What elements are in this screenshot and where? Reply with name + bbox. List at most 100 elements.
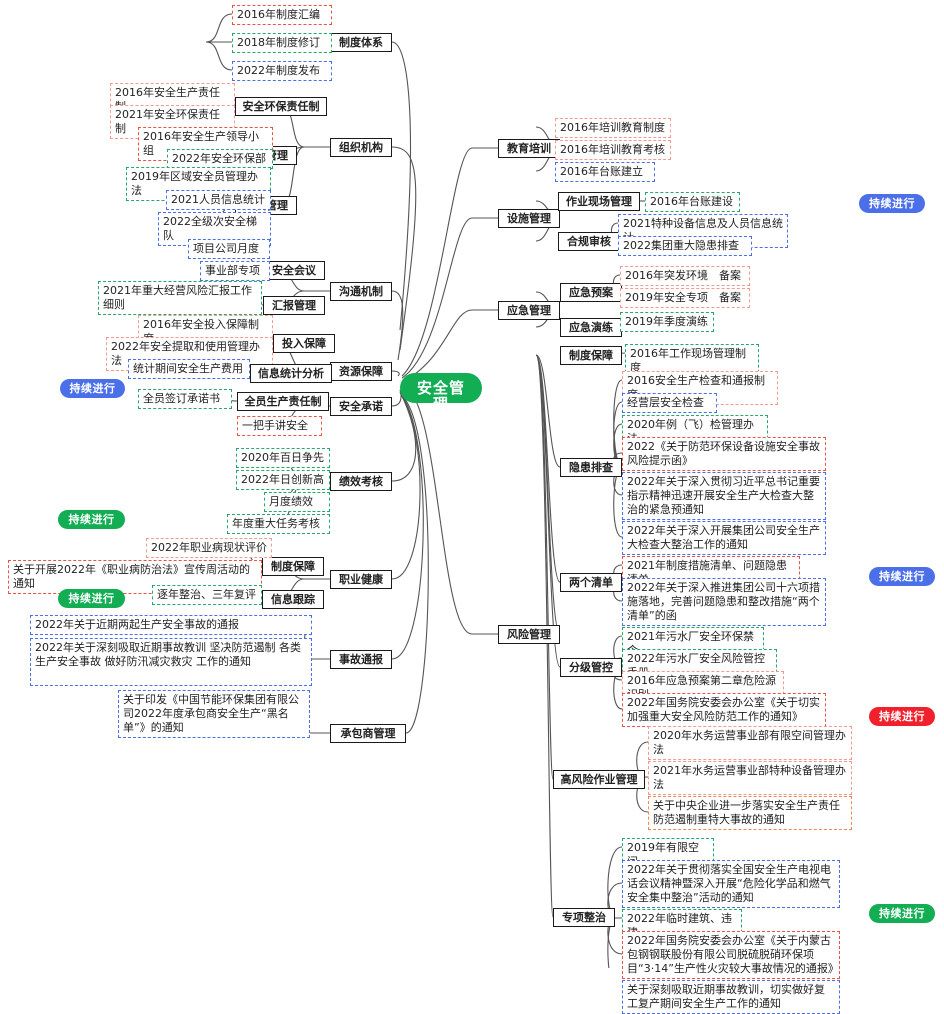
connector-line bbox=[391, 146, 417, 351]
mindmap-node-zuoyexianchang[interactable]: 作业现场管理 bbox=[558, 192, 640, 211]
mindmap-node-l2[interactable]: 2018年制度修订 bbox=[232, 33, 332, 53]
connector-line bbox=[401, 309, 473, 383]
connector-line bbox=[391, 290, 404, 361]
mindmap-node-r24[interactable]: 2021年水务运营事业部特种设备管理办法 bbox=[648, 761, 852, 795]
mindmap-node-yingjiyanlian[interactable]: 应急演练 bbox=[560, 318, 622, 337]
mindmap-node-r18[interactable]: 2022年关于深入推进集团公司十六项措施落地，完善问题隐患和整改措施“两个清单”… bbox=[622, 578, 826, 626]
mindmap-node-r25[interactable]: 关于中央企业进一步落实安全生产责任防范遏制重特大事故的通知 bbox=[648, 796, 852, 830]
mindmap-node-l11[interactable]: 项目公司月度 bbox=[188, 239, 270, 259]
mindmap-node-r3[interactable]: 2016年台账建立 bbox=[555, 162, 655, 182]
mindmap-node-l19[interactable]: 2020年百日争先 bbox=[236, 448, 330, 468]
mindmap-node-xinxitongji[interactable]: 信息统计分析 bbox=[250, 364, 332, 383]
mindmap-node-fengxianguanli[interactable]: 风险管理 bbox=[498, 625, 560, 644]
mindmap-node-r22[interactable]: 2022年国务院安委会办公室《关于切实加强重大安全风险防范工作的通知》 bbox=[622, 693, 826, 727]
mindmap-node-zuzhijigou[interactable]: 组织机构 bbox=[330, 138, 392, 157]
status-badge: 持续进行 bbox=[869, 707, 935, 726]
mindmap-node-r14[interactable]: 2022《关于防范环保设备设施安全事故风险提示函》 bbox=[622, 437, 826, 471]
connector-line bbox=[613, 466, 623, 538]
mindmap-node-r8[interactable]: 2019年安全专项 备案 bbox=[620, 288, 750, 308]
mindmap-node-l21[interactable]: 月度绩效 bbox=[264, 492, 330, 512]
mindmap-node-l25[interactable]: 逐年整治、三年复评 bbox=[152, 585, 262, 605]
root-node[interactable]: 安全管理 bbox=[400, 373, 482, 412]
mindmap-node-r7[interactable]: 2016年突发环境 备案 bbox=[620, 266, 750, 286]
mindmap-node-r23[interactable]: 2020年水务运营事业部有限空间管理办法 bbox=[648, 726, 852, 760]
mindmap-node-liangqingdan[interactable]: 两个清单 bbox=[560, 573, 622, 592]
mindmap-node-l23[interactable]: 2022年职业病现状评价 bbox=[146, 538, 272, 558]
mindmap-node-l3[interactable]: 2022年制度发布 bbox=[232, 61, 332, 81]
mindmap-node-ziyuanbaozhang[interactable]: 资源保障 bbox=[330, 362, 392, 381]
mindmap-node-r16[interactable]: 2022年关于深入开展集团公司安全生产大检查大整治工作的通知 bbox=[622, 521, 826, 555]
connector-line bbox=[391, 395, 424, 660]
mindmap-node-zhidutixi[interactable]: 制度体系 bbox=[330, 33, 392, 52]
mindmap-node-l9[interactable]: 2021人员信息统计 bbox=[166, 190, 271, 210]
mindmap-node-goutongjizhi[interactable]: 沟通机制 bbox=[330, 282, 392, 301]
mindmap-node-jixiaokaohe[interactable]: 绩效考核 bbox=[330, 472, 392, 491]
mindmap-node-anquanchengnuo[interactable]: 安全承诺 bbox=[330, 397, 392, 416]
mindmap-node-l17[interactable]: 全员签订承诺书 bbox=[138, 389, 232, 409]
mindmap-node-zhidubaozhang2[interactable]: 制度保障 bbox=[262, 557, 324, 576]
connector-line bbox=[535, 354, 561, 635]
connector-line bbox=[401, 217, 473, 379]
connector-line bbox=[391, 391, 417, 482]
connector-line bbox=[205, 13, 233, 43]
connector-line bbox=[613, 379, 623, 468]
status-badge: 持续进行 bbox=[58, 589, 125, 608]
mindmap-node-l13[interactable]: 2021年重大经营风险汇报工作细则 bbox=[98, 281, 262, 315]
mindmap-node-r29[interactable]: 2022年国务院安委会办公室《关于内蒙古包钢钢联股份有限公司脱硫脱硝环保项目“3… bbox=[622, 931, 840, 979]
status-badge: 持续进行 bbox=[869, 567, 935, 586]
mindmap-node-r9[interactable]: 2019年季度演练 bbox=[620, 312, 714, 332]
mindmap-node-quanyuan[interactable]: 全员生产责任制 bbox=[237, 392, 329, 411]
status-badge: 持续进行 bbox=[869, 904, 935, 923]
mindmap-node-touru[interactable]: 投入保障 bbox=[273, 334, 335, 353]
connector-line bbox=[403, 397, 429, 734]
mindmap-node-r15[interactable]: 2022年关于深入贯彻习近平总书记重要指示精神迅速开展安全生产大检查大整治的紧急… bbox=[622, 472, 826, 520]
mindmap-node-l18[interactable]: 一把手讲安全 bbox=[237, 416, 322, 436]
mindmap-node-r12[interactable]: 经营层安全检查 bbox=[622, 393, 717, 413]
mindmap-node-l1[interactable]: 2016年制度汇编 bbox=[232, 5, 332, 25]
mindmap-node-l22[interactable]: 年度重大任务考核 bbox=[227, 514, 330, 534]
mindmap-node-sheshiguanli[interactable]: 设施管理 bbox=[498, 209, 560, 228]
mindmap-node-gaofengxian[interactable]: 高风险作业管理 bbox=[553, 770, 645, 789]
connector-line bbox=[535, 354, 561, 583]
connector-line bbox=[607, 846, 623, 918]
mindmap-node-fenjiguankong[interactable]: 分级管控 bbox=[560, 658, 622, 677]
mindmap-node-yinhuanpaicha[interactable]: 隐患排查 bbox=[560, 458, 622, 477]
mindmap-node-zhidubaozhang3[interactable]: 制度保障 bbox=[560, 346, 622, 365]
connector-line bbox=[391, 41, 412, 331]
mindmap-node-r30[interactable]: 关于深刻吸取近期事故教训，切实做好复工复产期间安全生产工作的通知 bbox=[622, 980, 840, 1014]
mindmap-node-r27[interactable]: 2022年关于贯彻落实全国安全生产电视电话会议精神暨深入开展“危险化学品和燃气安… bbox=[622, 860, 840, 908]
mindmap-node-l12[interactable]: 事业部专项 bbox=[200, 261, 270, 281]
mindmap-node-l27[interactable]: 2022年关于深刻吸取近期事故教训 坚决防范遏制 各类生产安全事故 做好防汛减灾… bbox=[30, 638, 312, 686]
mindmap-node-xinxigenzong[interactable]: 信息跟踪 bbox=[262, 590, 324, 609]
connector-line bbox=[535, 354, 554, 780]
mindmap-node-r4[interactable]: 2016年台账建设 bbox=[645, 192, 740, 212]
connector-line bbox=[535, 354, 561, 468]
connector-line bbox=[391, 393, 421, 580]
mindmap-node-r1[interactable]: 2016年培训教育制度 bbox=[555, 118, 671, 138]
status-badge: 持续进行 bbox=[58, 510, 125, 529]
mindmap-node-l7[interactable]: 2022年安全环保部 bbox=[167, 149, 273, 169]
mindmap-node-shigutongbao[interactable]: 事故通报 bbox=[330, 650, 392, 669]
mindmap-node-huibaoguanli[interactable]: 汇报管理 bbox=[263, 296, 325, 315]
mindmap-node-l28[interactable]: 关于印发《中国节能环保集团有限公司2022年度承包商安全生产“黑名单”》的通知 bbox=[118, 690, 310, 738]
mindmap-node-l16[interactable]: 统计期间安全生产费用 bbox=[128, 359, 250, 379]
status-badge: 持续进行 bbox=[859, 194, 925, 213]
mindmap-node-zhuanxiangzhengzhi[interactable]: 专项整治 bbox=[553, 908, 615, 927]
mindmap-node-anquanhuiyi[interactable]: 安全会议 bbox=[263, 261, 325, 280]
mindmap-node-l26[interactable]: 2022年关于近期两起生产安全事故的通报 bbox=[30, 615, 312, 635]
mindmap-node-zhiyejiankang[interactable]: 职业健康 bbox=[330, 570, 392, 589]
status-badge: 持续进行 bbox=[60, 379, 125, 398]
mindmap-node-hegushenhe[interactable]: 合规审核 bbox=[558, 232, 620, 251]
connector-line bbox=[205, 41, 233, 71]
mindmap-node-r6[interactable]: 2022集团重大隐患排查 bbox=[618, 236, 752, 256]
connector-line bbox=[391, 370, 400, 377]
connector-line bbox=[403, 385, 473, 635]
mindmap-node-yingjiyuan[interactable]: 应急预案 bbox=[560, 283, 622, 302]
mindmap-node-jiaoyupeixun[interactable]: 教育培训 bbox=[498, 139, 560, 158]
mindmap-node-yingjiguanli[interactable]: 应急管理 bbox=[498, 301, 560, 320]
connector-line bbox=[401, 147, 473, 377]
mindmap-node-r2[interactable]: 2016年培训教育考核 bbox=[555, 140, 671, 160]
mindmap-node-anquanhuanbao[interactable]: 安全环保责任制 bbox=[235, 97, 327, 116]
mindmap-node-l20[interactable]: 2022年日创新高 bbox=[236, 470, 330, 490]
mindmap-node-chengbaoshang[interactable]: 承包商管理 bbox=[330, 724, 406, 743]
